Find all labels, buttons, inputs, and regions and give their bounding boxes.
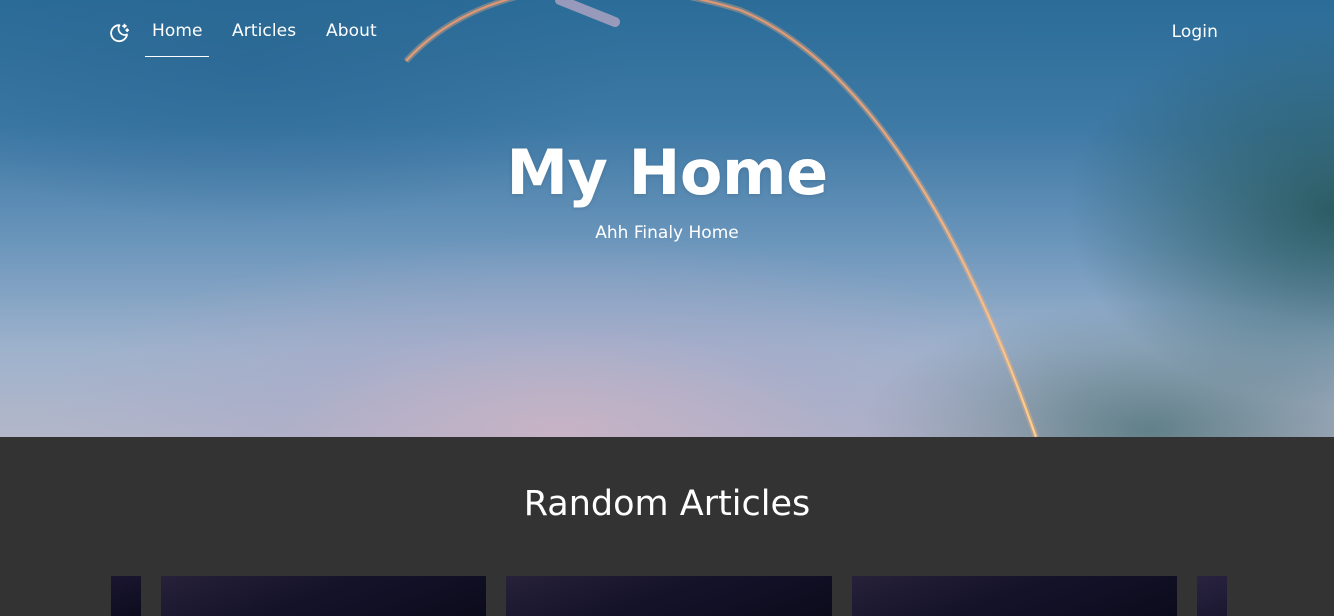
active-tab-underline xyxy=(145,56,209,57)
article-card-previous[interactable] xyxy=(111,576,141,616)
hero-subtitle: Ahh Finaly Home xyxy=(595,223,739,243)
nav-link-home[interactable]: Home xyxy=(152,21,203,47)
article-card[interactable] xyxy=(161,576,486,616)
nav-link-about[interactable]: About xyxy=(326,21,377,47)
random-articles-heading: Random Articles xyxy=(523,484,811,524)
moon-stars-icon[interactable] xyxy=(107,21,131,45)
article-card-next[interactable] xyxy=(1197,576,1227,616)
article-card[interactable] xyxy=(852,576,1177,616)
hero-title: My Home xyxy=(506,136,828,209)
article-card[interactable] xyxy=(506,576,832,616)
top-navbar: Home Articles About Login xyxy=(0,0,1334,70)
nav-link-articles[interactable]: Articles xyxy=(232,21,296,47)
login-link[interactable]: Login xyxy=(1172,22,1218,48)
